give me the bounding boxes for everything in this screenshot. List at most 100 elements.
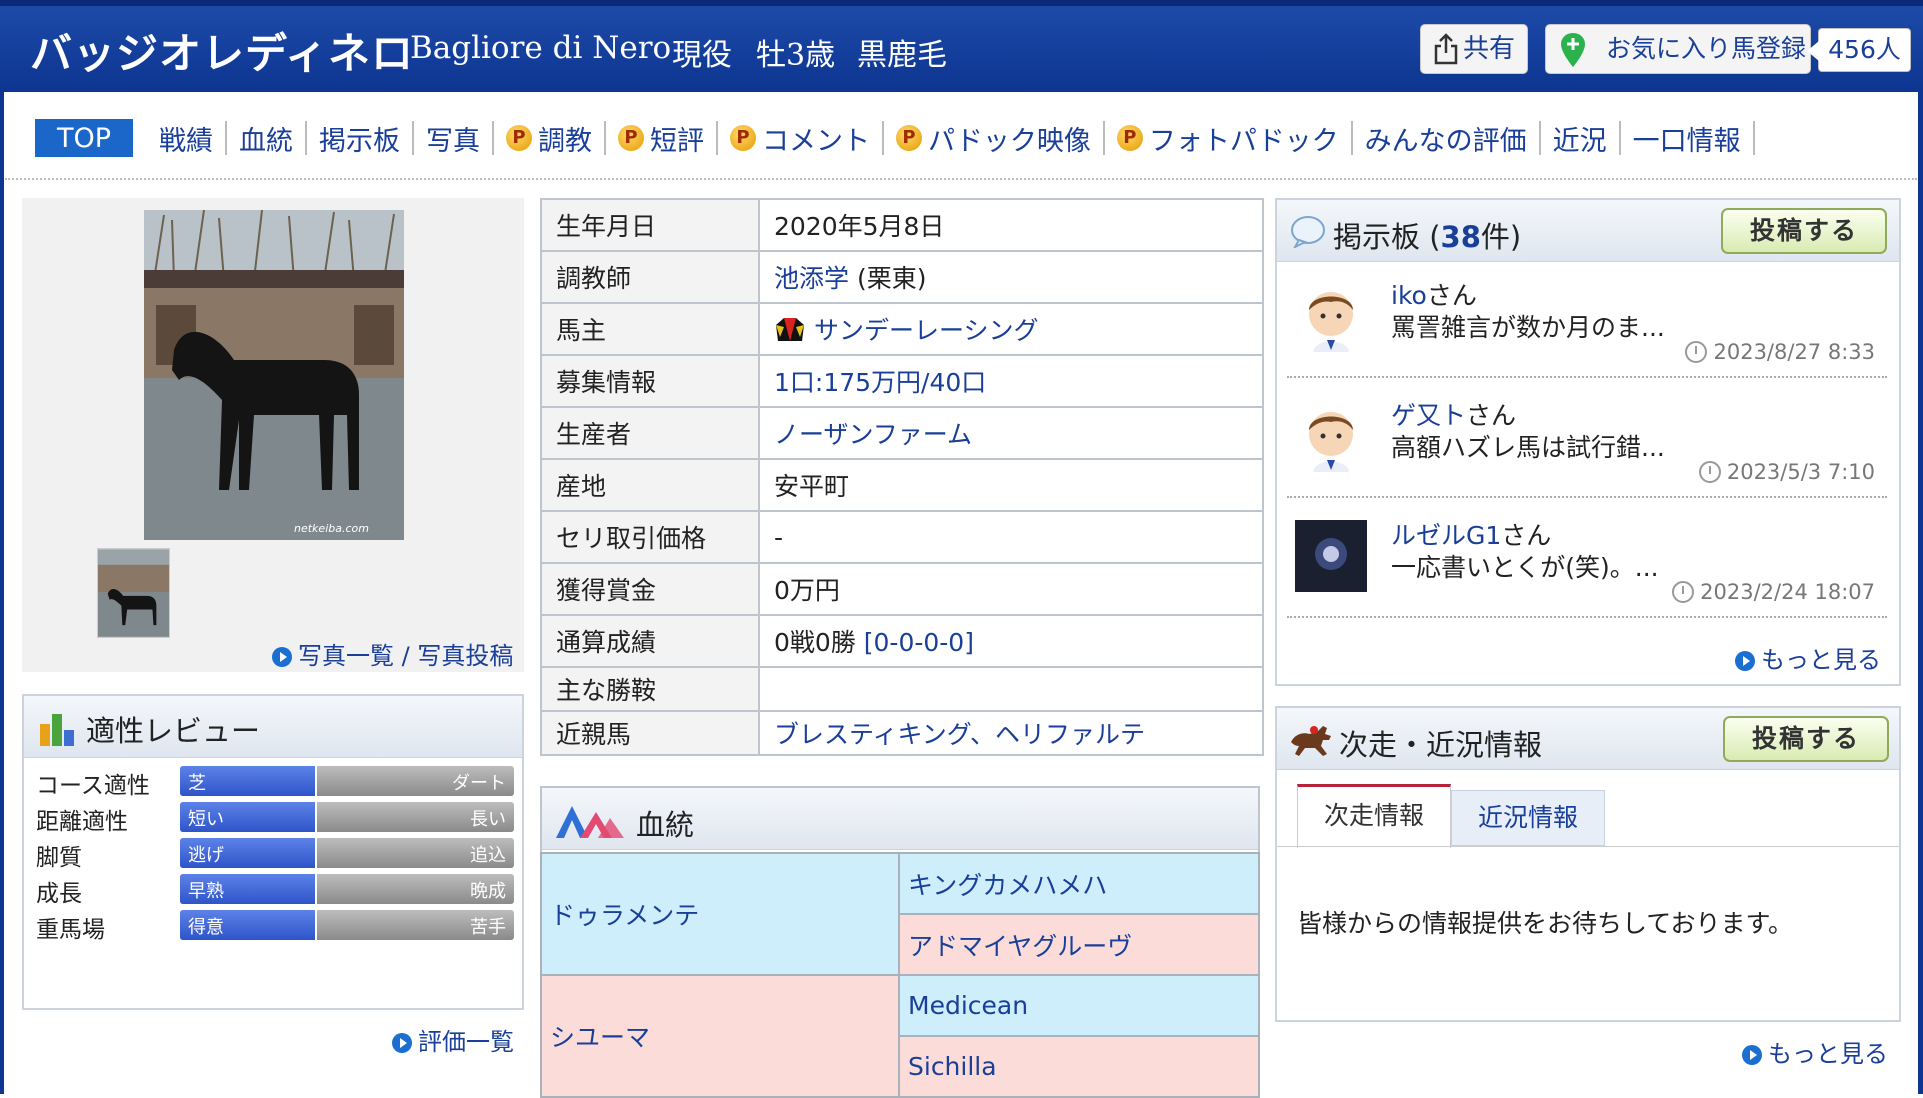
bbs-box: 掲示板 (38件) 投稿する ikoさん 罵詈雑言が数か月のま... 2023/8/… [1275,198,1901,686]
bbs-title-prefix: 掲示板 ( [1333,220,1441,254]
record-cell: 0戦0勝 [0-0-0-0] [758,614,1264,668]
aptitude-label: 脚質 [36,845,82,871]
bbs-comment[interactable]: ikoさん 罵詈雑言が数か月のま... 2023/8/27 8:33 [1287,266,1887,378]
user-avatar-icon [1309,292,1353,352]
aptitude-row: コース適性 芝 ダート [36,766,516,799]
next-race-title: 次走・近況情報 [1339,728,1543,762]
aptitude-bar: 短い 長い [180,802,514,832]
next-race-post-button[interactable]: 投稿する [1723,716,1889,762]
trainer-link[interactable]: 池添学 [774,264,849,293]
bbs-comment[interactable]: ルゼルG1さん 一応書いとくが(笑)。... 2023/2/24 18:07 [1287,506,1887,618]
share-button[interactable]: 共有 [1420,24,1528,74]
horse-thumbnail[interactable] [97,548,170,638]
photo-post-link[interactable]: 写真投稿 [417,642,513,670]
nav-item[interactable]: 写真 [414,121,495,157]
horse-main-photo[interactable]: netkeiba.com [144,210,404,540]
bbs-post-button[interactable]: 投稿する [1721,208,1887,254]
nav-item-label: 血統 [239,125,294,157]
arrow-bullet-icon [1735,651,1755,671]
nav-item[interactable]: 血統 [227,121,308,157]
comment-time: 2023/2/24 18:07 [1672,580,1875,604]
nav-item[interactable]: P コメント [718,121,885,157]
record-detail-link[interactable]: [0-0-0-0] [864,628,974,657]
nav-item[interactable]: P 短評 [606,121,719,157]
bbs-title-suffix: 件) [1480,220,1522,254]
nav-item[interactable]: P フォトパドック [1105,121,1353,157]
aptitude-bar: 芝 ダート [180,766,514,796]
sire-sire-link[interactable]: キングカメハメハ [898,852,1260,915]
premium-p-icon: P [1116,125,1143,151]
nav-item[interactable]: 一口情報 [1621,121,1755,157]
rating-list-link[interactable]: 評価一覧 [392,1022,514,1057]
table-row: 通算成績 0戦0勝 [0-0-0-0] [540,614,1264,668]
table-row: 産地 安平町 [540,458,1264,512]
nav-item[interactable]: P パドック映像 [884,121,1105,157]
record-label: 通算成績 [540,614,760,668]
aptitude-left-label: 早熟 [188,881,224,902]
next-race-more-link[interactable]: もっと見る [1742,1034,1888,1069]
bbs-comment[interactable]: ゲ又トさん 高額ハズレ馬は試行錯... 2023/5/3 7:10 [1287,386,1887,498]
aptitude-left-label: 芝 [188,773,206,794]
comment-user-link[interactable]: iko [1391,281,1427,310]
comment-text: 高額ハズレ馬は試行錯... [1391,433,1665,462]
nav-item-label: みんなの評価 [1364,125,1527,157]
tab-next-race[interactable]: 次走情報 [1297,784,1451,848]
horse-header: バッジオレディネロ Bagliore di Nero 現役 牡3歳 黒鹿毛 共有… [0,0,1923,92]
relatives-link[interactable]: ブレスティキング、ヘリファルテ [774,720,1145,749]
nav-item-label: コメント [762,125,871,157]
horse-name: バッジオレディネロ [30,29,415,78]
auction-value: - [758,510,1264,564]
dam-link[interactable]: シユーマ [540,974,900,1098]
aptitude-header: 適性レビュー [24,696,522,758]
favorite-register-label: お気に入り馬登録 [1606,34,1807,63]
nav-item-label: 近況 [1552,125,1607,157]
nav-item[interactable]: 掲示板 [307,121,415,157]
arrow-bullet-icon [272,647,292,667]
aptitude-right-label: 苦手 [470,917,506,938]
pedigree-table: ドゥラメンテ キングカメハメハ アドマイヤグルーヴ シユーマ Medicean … [540,852,1260,1098]
owner-link[interactable]: サンデーレーシング [814,316,1039,345]
dam-sire-link[interactable]: Medicean [898,974,1260,1037]
comment-time-value: 2023/5/3 7:10 [1726,460,1875,484]
nav-item[interactable]: TOP [35,119,134,157]
nav-item-label: フォトパドック [1148,125,1339,157]
clock-icon [1685,341,1708,363]
breeder-link[interactable]: ノーザンファーム [774,420,972,449]
recruit-link[interactable]: 1口:175万円/40口 [774,368,986,397]
nav-item[interactable]: 戦績 [147,121,228,157]
main-wins-label: 主な勝鞍 [540,666,760,712]
nav-item[interactable]: みんなの評価 [1353,121,1541,157]
owner-label: 馬主 [540,302,760,356]
arrow-bullet-icon [1742,1045,1762,1065]
sire-link[interactable]: ドゥラメンテ [540,852,900,976]
nav-item[interactable]: P 調教 [494,121,607,157]
record-value: 0戦0勝 [774,628,856,657]
comment-user-link[interactable]: ゲ又ト [1391,401,1466,430]
nav-item-label: 調教 [538,125,593,157]
frame-left [0,90,4,1094]
favorite-register-button[interactable]: お気に入り馬登録 [1545,24,1811,74]
aptitude-right-label: 長い [470,809,506,830]
next-race-more-label: もっと見る [1768,1040,1888,1068]
bbs-more-link[interactable]: もっと見る [1735,640,1881,675]
nav-item-label: 一口情報 [1632,125,1741,157]
dam-dam-link[interactable]: Sichilla [898,1035,1260,1098]
aptitude-label: 成長 [36,881,82,907]
aptitude-left-label: 得意 [188,917,224,938]
table-row: 調教師 池添学 (栗東) [540,250,1264,304]
nav-divider [5,178,1917,180]
next-race-box: 次走・近況情報 投稿する 次走情報 近況情報 皆様からの情報提供をお待ちしており… [1275,706,1901,1022]
main-wins-value [758,666,1264,712]
nav-item[interactable]: 近況 [1541,121,1621,157]
horse-profile-table: 生年月日 2020年5月8日 調教師 池添学 (栗東) 馬主 サンデーレーシング… [540,198,1264,756]
rating-list-label: 評価一覧 [418,1028,514,1056]
sire-dam-link[interactable]: アドマイヤグルーヴ [898,913,1260,976]
recruit-label: 募集情報 [540,354,760,408]
horse-sex-age: 牡3歳 [756,38,836,73]
table-row: 獲得賞金 0万円 [540,562,1264,616]
tab-recent-info[interactable]: 近況情報 [1451,790,1605,846]
share-icon [1434,33,1458,65]
premium-p-icon: P [730,125,757,151]
comment-user-link[interactable]: ルゼルG1 [1391,521,1501,550]
photo-list-link[interactable]: 写真一覧 [298,642,394,670]
